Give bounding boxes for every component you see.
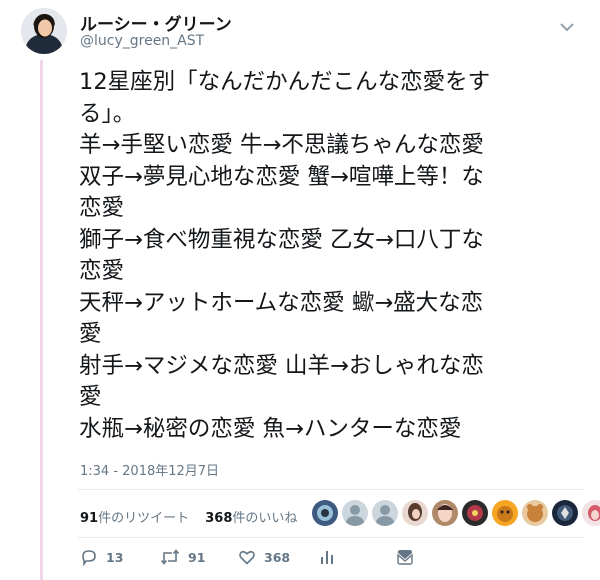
tweet-line: る」。 <box>79 100 136 127</box>
liker-avatars <box>312 500 600 530</box>
tweet-timestamp[interactable]: 1:34 - 2018年12月7日 <box>80 460 219 479</box>
liker-avatar-10 <box>582 500 600 526</box>
liker-avatar-7 <box>492 500 518 526</box>
liker-avatar[interactable] <box>522 500 548 526</box>
retweets-label: 件のリツイート <box>98 511 190 526</box>
like-button[interactable]: 368 <box>238 548 290 566</box>
retweets-count: 91 <box>80 511 99 526</box>
retweet-icon <box>160 549 180 565</box>
liker-avatar[interactable] <box>372 500 398 526</box>
liker-avatar[interactable] <box>552 500 578 526</box>
liker-avatar[interactable] <box>492 500 518 526</box>
liker-avatar[interactable] <box>432 500 458 526</box>
direct-message-button[interactable] <box>396 548 414 566</box>
liker-avatar[interactable] <box>312 500 338 526</box>
liker-avatar-9 <box>552 500 578 526</box>
liker-avatar-1 <box>312 500 338 526</box>
liker-avatar-3 <box>372 500 398 526</box>
thread-line <box>40 60 43 580</box>
heart-icon <box>239 550 255 565</box>
tweet-line: 双子→夢見心地な恋愛 蟹→喧嘩上等！な <box>79 163 484 190</box>
tweet-line: 射手→マジメな恋愛 山羊→おしゃれな恋 <box>79 352 484 379</box>
author-avatar-image <box>21 8 67 54</box>
message-icon <box>397 550 413 565</box>
tweet-line: 羊→手堅い恋愛 牛→不思議ちゃんな恋愛 <box>79 132 484 158</box>
tweet-actions: 13 91 368 <box>78 548 588 574</box>
liker-avatar-8 <box>522 500 548 526</box>
liker-avatar-2 <box>342 500 368 526</box>
tweet-line: 恋愛 <box>79 195 125 221</box>
chevron-down-icon[interactable] <box>560 22 574 32</box>
author-avatar[interactable] <box>21 8 67 54</box>
liker-avatar[interactable] <box>342 500 368 526</box>
like-count: 368 <box>264 549 291 565</box>
tweet-line: 12星座別「なんだかんだこんな恋愛をす <box>79 69 491 95</box>
analytics-button[interactable] <box>318 548 336 566</box>
liker-avatar[interactable] <box>462 500 488 526</box>
tweet-line: 愛 <box>79 321 102 347</box>
author-handle[interactable]: @lucy_green_AST <box>80 33 204 49</box>
retweets-stat[interactable]: 91件のリツイート <box>80 511 189 526</box>
reply-button[interactable]: 13 <box>80 548 123 566</box>
reply-icon <box>82 550 96 566</box>
retweet-count: 91 <box>188 549 206 565</box>
author-display-name[interactable]: ルーシー・グリーン <box>80 10 232 35</box>
reply-count: 13 <box>106 549 124 565</box>
tweet-line: 愛 <box>79 384 102 410</box>
likes-count: 368 <box>205 511 233 526</box>
liker-avatar[interactable] <box>582 500 600 526</box>
liker-avatar-5 <box>432 500 458 526</box>
tweet-line: 恋愛 <box>79 258 125 284</box>
retweet-button[interactable]: 91 <box>160 548 205 566</box>
analytics-icon <box>321 551 333 564</box>
divider <box>78 489 584 490</box>
divider <box>78 537 584 538</box>
tweet-text: 12星座別「なんだかんだこんな恋愛をす る」。 羊→手堅い恋愛 牛→不思議ちゃん… <box>79 67 584 445</box>
likes-label: 件のいいね <box>232 511 298 526</box>
tweet-line: 獅子→食べ物重視な恋愛 乙女→口八丁な <box>79 226 484 253</box>
liker-avatar-4 <box>402 500 428 526</box>
liker-avatar[interactable] <box>402 500 428 526</box>
tweet-line: 天秤→アットホームな恋愛 蠍→盛大な恋 <box>79 289 484 316</box>
engagement-stats: 91件のリツイート 368件のいいね <box>80 507 309 526</box>
liker-avatar-6 <box>462 500 488 526</box>
tweet-line: 水瓶→秘密の恋愛 魚→ハンターな恋愛 <box>79 415 462 442</box>
likes-stat[interactable]: 368件のいいね <box>205 511 297 526</box>
